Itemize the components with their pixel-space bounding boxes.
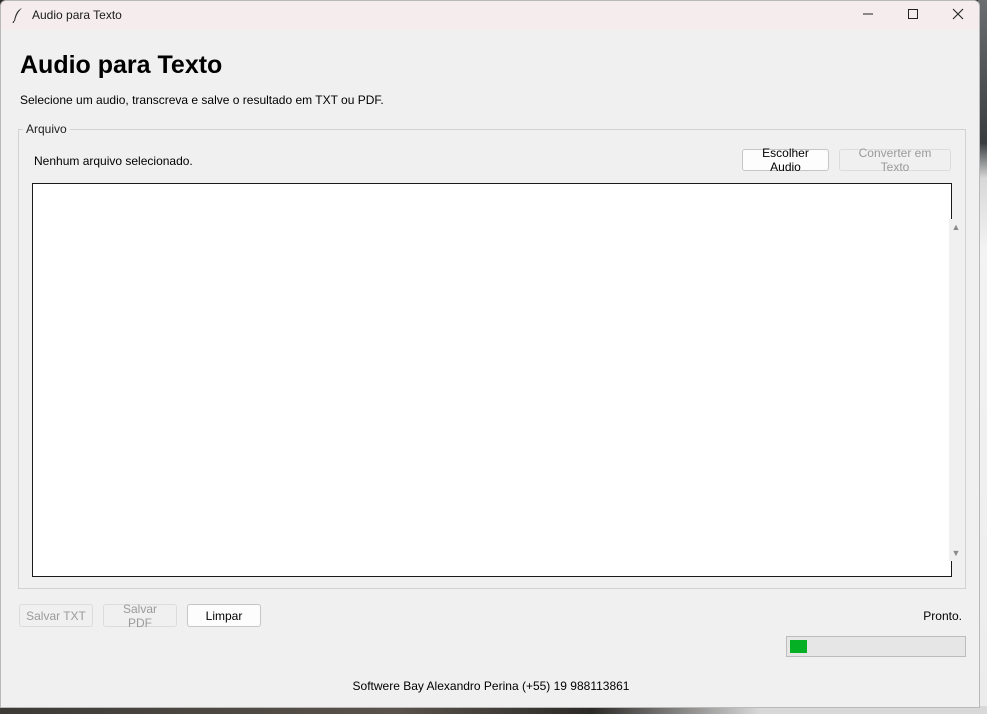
file-group-legend: Arquivo (23, 122, 70, 136)
maximize-icon (907, 7, 919, 25)
window-title: Audio para Texto (32, 8, 122, 22)
close-icon (952, 7, 964, 25)
page-title: Audio para Texto (20, 51, 223, 79)
status-label: Pronto. (923, 609, 962, 623)
title-bar[interactable]: Audio para Texto (1, 1, 979, 30)
minimize-button[interactable] (845, 1, 891, 30)
scroll-down-arrow-icon[interactable]: ▼ (949, 547, 963, 559)
selected-file-label: Nenhum arquivo selecionado. (34, 154, 193, 168)
progress-bar (786, 636, 966, 657)
maximize-button[interactable] (890, 1, 936, 30)
transcript-textarea[interactable] (32, 183, 952, 577)
feather-icon (11, 7, 25, 24)
footer-credits: Softwere Bay Alexandro Perina (+55) 19 9… (352, 679, 630, 693)
close-button[interactable] (935, 1, 979, 30)
transcript-scrollbar[interactable]: ▲ ▼ (949, 219, 963, 561)
save-txt-button[interactable]: Salvar TXT (19, 604, 93, 627)
clear-button[interactable]: Limpar (187, 604, 261, 627)
convert-to-text-button[interactable]: Converter em Texto (839, 146, 951, 174)
choose-audio-button[interactable]: Escolher Audio (742, 146, 829, 174)
save-pdf-button[interactable]: Salvar PDF (103, 602, 177, 630)
minimize-icon (862, 7, 874, 25)
progress-bar-fill (790, 640, 807, 653)
app-window: Audio para Texto Audio para Texto Seleci… (0, 0, 980, 708)
scroll-up-arrow-icon[interactable]: ▲ (949, 221, 963, 233)
page-subtitle: Selecione um audio, transcreva e salve o… (20, 93, 384, 107)
